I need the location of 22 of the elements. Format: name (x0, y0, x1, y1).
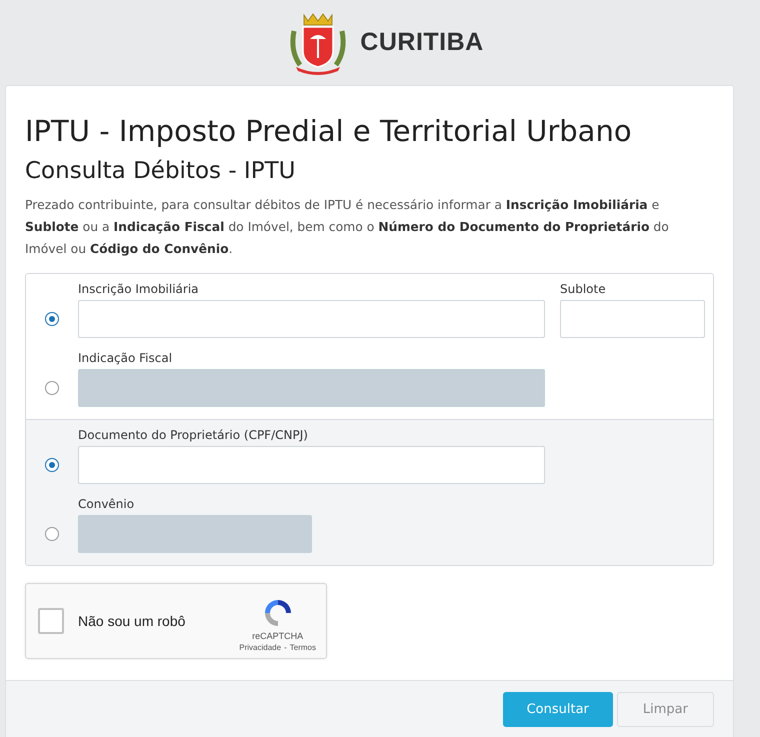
radio-button[interactable] (45, 312, 59, 326)
input-field[interactable] (560, 300, 705, 338)
field-label: Documento do Proprietário (CPF/CNPJ) (78, 428, 309, 442)
link-separator: - (284, 642, 287, 652)
radio-button[interactable] (45, 381, 59, 395)
page-title: IPTU - Imposto Predial e Territorial Urbano (25, 114, 633, 148)
field-label: Convênio (78, 497, 136, 511)
privacy-link[interactable]: Privacidade (239, 642, 282, 652)
captcha-label: Não sou um robô (78, 613, 186, 629)
terms-link[interactable]: Termos (290, 642, 316, 652)
captcha-checkbox[interactable] (38, 608, 64, 634)
field-label: Indicação Fiscal (78, 351, 174, 365)
radio-button[interactable] (45, 527, 59, 541)
intro-text: Prezado contribuinte, para consultar débitos de IPTU é necessário informar a Inscrição Imobiliária e Sublote ou a Indicação Fiscal do Imóvel, bem como o Número do Documento do Proprietário do Imóvel ou Código do Convênio. (25, 196, 670, 258)
captcha-brand: reCAPTCHA (252, 630, 304, 640)
field-label: Sublote (560, 282, 607, 296)
radio-button[interactable] (45, 458, 59, 472)
field-label: Inscrição Imobiliária (78, 282, 200, 296)
input-field[interactable] (78, 446, 545, 484)
logo-text: CURITIBA (360, 28, 484, 57)
page-subtitle: Consulta Débitos - IPTU (25, 158, 296, 184)
input-field[interactable] (78, 300, 545, 338)
